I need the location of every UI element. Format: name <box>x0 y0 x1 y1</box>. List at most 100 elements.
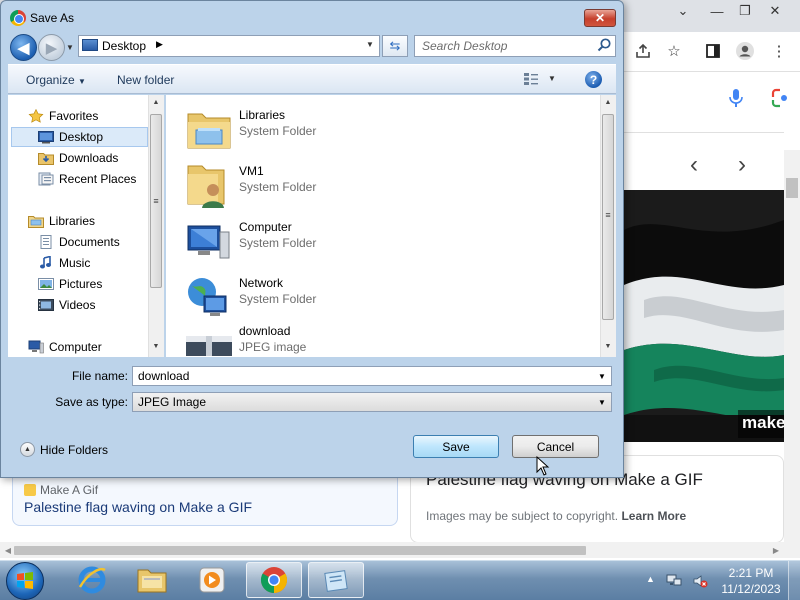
start-button[interactable] <box>6 562 44 600</box>
microphone-icon[interactable] <box>726 86 746 110</box>
chevron-down-icon[interactable]: ▼ <box>598 372 606 381</box>
previous-image-icon[interactable]: ‹ <box>682 150 706 180</box>
new-folder-button[interactable]: New folder <box>117 73 174 87</box>
file-type: System Folder <box>239 180 317 194</box>
result-link-title[interactable]: Palestine flag waving on Make a GIF <box>24 499 252 515</box>
address-location[interactable]: Desktop <box>102 39 146 53</box>
clock-date[interactable]: 11/12/2023 <box>716 582 786 596</box>
side-panel-icon[interactable] <box>702 40 724 62</box>
downloads-folder-icon <box>38 151 54 165</box>
media-player-icon[interactable] <box>184 562 240 598</box>
list-item[interactable]: Network System Folder <box>186 272 586 322</box>
save-type-label: Save as type: <box>55 395 128 409</box>
page-horizontal-scroll-thumb[interactable] <box>14 546 586 555</box>
refresh-button[interactable]: ⇆ <box>382 35 408 57</box>
restore-button[interactable]: ❐ <box>730 0 760 22</box>
show-hidden-icons-icon[interactable]: ▲ <box>646 574 655 584</box>
flag-image[interactable] <box>624 190 784 442</box>
scroll-up-arrow-icon[interactable]: ▲ <box>148 99 164 106</box>
clock-time[interactable]: 2:21 PM <box>716 566 786 580</box>
nav-item-favorites[interactable]: Favorites <box>28 106 98 126</box>
scroll-up-arrow-icon[interactable]: ▲ <box>600 99 616 106</box>
nav-item-desktop[interactable]: Desktop <box>38 127 103 147</box>
address-dropdown-icon[interactable]: ▼ <box>366 40 374 49</box>
view-options-dropdown-icon[interactable]: ▼ <box>548 74 556 83</box>
back-button[interactable]: ◀ <box>10 34 37 61</box>
libraries-folder-icon <box>186 106 232 152</box>
videos-icon <box>38 298 54 312</box>
menu-kebab-icon[interactable]: ⋮ <box>768 40 790 62</box>
chevron-down-icon: ▼ <box>78 77 86 86</box>
show-desktop-button[interactable] <box>788 561 800 600</box>
copyright-text: Images may be subject to copyright. <box>426 509 619 523</box>
cancel-button[interactable]: Cancel <box>512 435 599 458</box>
nav-item-pictures[interactable]: Pictures <box>38 274 102 294</box>
nav-item-videos[interactable]: Videos <box>38 295 95 315</box>
chrome-icon <box>10 10 26 26</box>
documents-icon <box>38 235 54 249</box>
page-vertical-scroll-thumb[interactable] <box>786 178 798 198</box>
chrome-icon[interactable] <box>246 562 302 598</box>
file-type: System Folder <box>239 292 317 306</box>
save-button[interactable]: Save <box>413 435 499 458</box>
page-vertical-scrollbar[interactable] <box>784 150 800 542</box>
file-name-label: File name: <box>71 369 128 383</box>
nav-item-computer[interactable]: Computer <box>28 337 102 357</box>
image-thumbnail-icon <box>186 322 232 356</box>
collapse-arrow-icon[interactable]: ▲ <box>20 442 35 457</box>
scroll-left-arrow-icon[interactable]: ◀ <box>2 543 14 557</box>
list-item[interactable]: VM1 System Folder <box>186 160 586 210</box>
file-name: Computer <box>239 220 292 234</box>
chevron-down-icon[interactable]: ▼ <box>598 398 606 407</box>
list-item[interactable]: download JPEG image <box>186 320 586 356</box>
bookmark-star-icon[interactable]: ☆ <box>663 40 685 62</box>
scroll-down-arrow-icon[interactable]: ▼ <box>600 343 616 350</box>
file-explorer-icon[interactable] <box>124 562 180 598</box>
volume-muted-icon[interactable] <box>692 573 708 589</box>
nav-item-label: Videos <box>59 298 96 312</box>
recent-locations-dropdown-icon[interactable]: ▼ <box>66 43 74 52</box>
file-type: JPEG image <box>239 340 307 354</box>
notepad-icon[interactable] <box>308 562 364 598</box>
user-folder-icon <box>186 162 232 208</box>
nav-item-libraries[interactable]: Libraries <box>28 211 95 231</box>
result-site-name: Make A Gif <box>40 483 99 497</box>
dialog-title: Save As <box>30 11 75 25</box>
nav-item-label: Downloads <box>59 151 119 165</box>
copyright-note: Images may be subject to copyright. Lear… <box>426 509 686 523</box>
close-window-button[interactable]: ✕ <box>760 0 790 22</box>
next-image-icon[interactable]: › <box>730 150 754 180</box>
search-input[interactable] <box>422 39 592 53</box>
nav-item-documents[interactable]: Documents <box>38 232 120 252</box>
profile-avatar-icon[interactable] <box>734 40 756 62</box>
divider <box>624 132 784 133</box>
learn-more-link[interactable]: Learn More <box>621 509 686 523</box>
internet-explorer-icon[interactable] <box>64 562 120 598</box>
network-tray-icon[interactable] <box>666 573 682 589</box>
forward-button[interactable]: ▶ <box>38 34 65 61</box>
scroll-right-arrow-icon[interactable]: ▶ <box>770 543 782 557</box>
list-item[interactable]: Computer System Folder <box>186 216 586 266</box>
nav-item-downloads[interactable]: Downloads <box>38 148 118 168</box>
dialog-close-button[interactable]: ✕ <box>584 9 616 27</box>
hide-folders-button[interactable]: Hide Folders <box>40 443 108 457</box>
breadcrumb-arrow-icon[interactable]: ▶ <box>156 39 163 50</box>
list-item[interactable]: Libraries System Folder <box>186 104 586 154</box>
save-type-value[interactable]: JPEG Image <box>138 395 206 409</box>
scroll-down-arrow-icon[interactable]: ▼ <box>148 343 164 350</box>
change-view-icon[interactable] <box>523 72 539 86</box>
nav-item-music[interactable]: Music <box>38 253 90 273</box>
organize-menu[interactable]: Organize ▼ <box>26 73 86 87</box>
minimize-button[interactable]: — <box>702 0 732 22</box>
tab-search-button[interactable]: ⌄ <box>668 0 698 22</box>
desktop-icon <box>38 130 54 144</box>
search-icon[interactable] <box>596 37 612 53</box>
google-lens-icon[interactable] <box>770 86 792 110</box>
share-icon[interactable] <box>632 40 654 62</box>
file-name: Network <box>239 276 284 290</box>
nav-item-label: Desktop <box>59 130 104 144</box>
nav-item-label: Pictures <box>59 277 103 291</box>
help-icon[interactable]: ? <box>585 71 602 88</box>
file-name-input[interactable] <box>138 369 578 383</box>
nav-item-recent-places[interactable]: Recent Places <box>38 169 136 189</box>
